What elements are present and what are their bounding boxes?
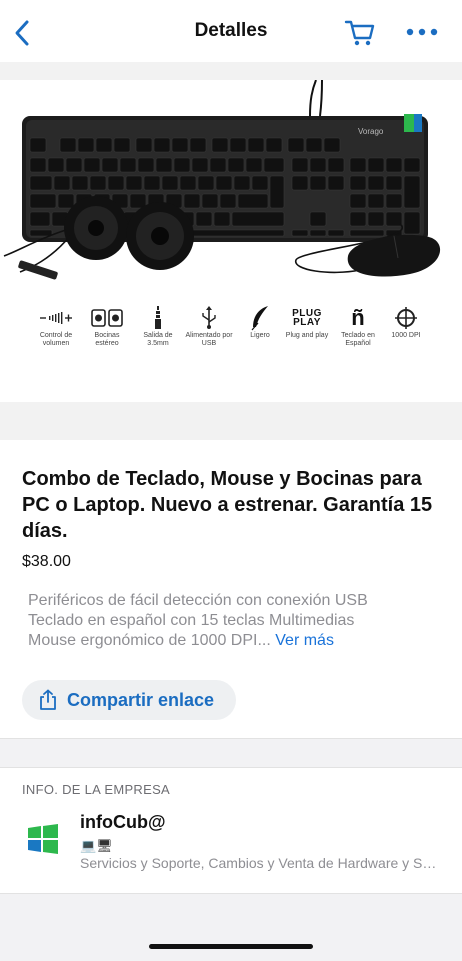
bottom-background (0, 893, 462, 961)
feature-label: Salida de 3.5mm (143, 332, 173, 347)
description-line: Mouse ergonómico de 1000 DPI... (28, 632, 271, 649)
feature-label: Teclado en Español (341, 332, 375, 347)
product-image: Vorago Control de volumen Bocinas estére… (0, 80, 462, 402)
more-options-icon[interactable] (404, 22, 440, 42)
product-price: $38.00 (22, 553, 71, 570)
share-link-button[interactable]: Compartir enlace (22, 680, 236, 720)
company-logo[interactable] (28, 824, 58, 854)
feature-audio-jack: Salida de 3.5mm (134, 304, 182, 348)
company-description: Servicios y Soporte, Cambios y Venta de … (80, 855, 440, 871)
feature-plug-and-play: PLUG PLAY Plug and play (283, 304, 331, 340)
see-more-link[interactable]: Ver más (275, 632, 334, 649)
feather-icon (236, 304, 284, 332)
feature-label: Alimentado por USB (185, 332, 233, 347)
share-button-label: Compartir enlace (67, 690, 215, 710)
home-indicator[interactable] (149, 944, 313, 949)
product-description: Periféricos de fácil detección con conex… (28, 591, 448, 651)
feature-label: 1000 DPI (391, 332, 421, 339)
cart-icon[interactable] (344, 18, 376, 48)
feature-label: Ligero (250, 332, 270, 339)
description-line-last: Mouse ergonómico de 1000 DPI... Ver más (28, 631, 448, 651)
feature-spanish-keyboard: ñ Teclado en Español (334, 304, 382, 348)
usb-icon (185, 304, 233, 332)
product-title: Combo de Teclado, Mouse y Bocinas para P… (22, 468, 433, 542)
spanish-keyboard-icon: ñ (351, 305, 365, 330)
section-divider (0, 738, 462, 768)
company-emoji-line: 💻🖥 (80, 838, 113, 853)
nav-bar: Detalles (0, 0, 462, 63)
feature-usb: Alimentado por USB (185, 304, 233, 348)
share-icon (38, 689, 58, 711)
feature-label: Control de volumen (39, 332, 73, 347)
feature-stereo-speakers: Bocinas estéreo (83, 304, 131, 348)
description-line: Teclado en español con 15 teclas Multime… (28, 612, 355, 629)
plug-and-play-icon: PLUG PLAY (292, 308, 322, 328)
feature-dpi: 1000 DPI (382, 304, 430, 340)
description-line: Periféricos de fácil detección con conex… (28, 592, 368, 609)
stereo-speakers-icon (83, 304, 131, 332)
audio-jack-icon (134, 304, 182, 332)
feature-label: Bocinas estéreo (94, 332, 120, 347)
page-title: Detalles (194, 20, 268, 41)
product-image-area[interactable]: Vorago Control de volumen Bocinas estére… (0, 62, 462, 440)
svg-text:Vorago: Vorago (358, 127, 384, 136)
company-section-header: INFO. DE LA EMPRESA (22, 782, 171, 797)
feature-volume-control: Control de volumen (32, 304, 80, 348)
company-name[interactable]: infoCub@ (80, 812, 166, 833)
feature-label: Plug and play (285, 332, 329, 339)
volume-control-icon (32, 304, 80, 332)
crosshair-icon (382, 304, 430, 332)
feature-lightweight: Ligero (236, 304, 284, 340)
